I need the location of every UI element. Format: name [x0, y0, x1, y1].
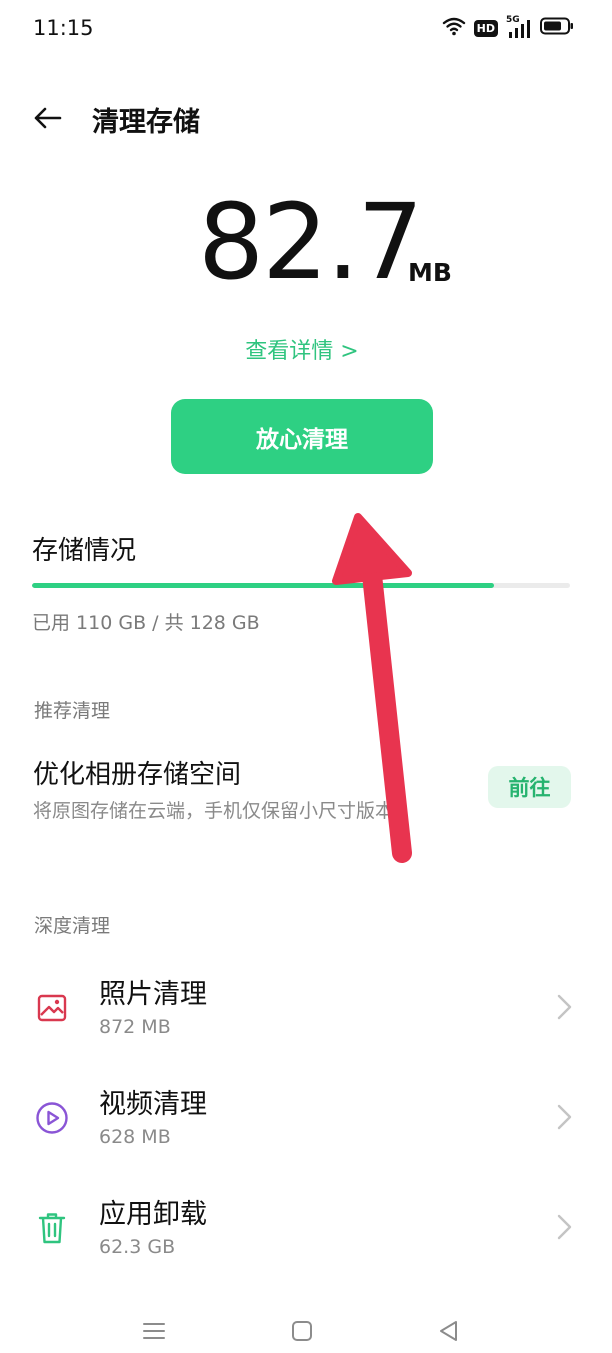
arrow-left-icon	[34, 107, 62, 129]
home-button[interactable]	[285, 1314, 319, 1348]
storage-progress-bar	[32, 583, 570, 588]
cleanable-size-unit: MB	[408, 258, 452, 287]
video-clean-size: 628 MB	[99, 1126, 171, 1148]
menu-icon	[143, 1323, 165, 1339]
app-uninstall-size: 62.3 GB	[99, 1236, 176, 1258]
status-time: 11:15	[33, 16, 94, 40]
photo-clean-title: 照片清理	[99, 979, 207, 1010]
status-bar: 11:15 HD 5G	[0, 0, 612, 58]
photo-clean-item[interactable]: 照片清理 872 MB	[0, 960, 612, 1056]
battery-icon	[540, 17, 574, 39]
navigation-bar	[0, 1306, 612, 1353]
cleanable-size-value: 82.7	[198, 181, 424, 303]
deep-clean-section-label: 深度清理	[34, 915, 111, 937]
page-title: 清理存储	[92, 107, 200, 138]
menu-button[interactable]	[137, 1314, 171, 1348]
photo-icon	[34, 990, 70, 1026]
view-details-link[interactable]: 查看详情 >	[0, 333, 604, 365]
photo-clean-size: 872 MB	[99, 1016, 171, 1038]
back-nav-button[interactable]	[432, 1314, 466, 1348]
video-clean-title: 视频清理	[99, 1089, 207, 1120]
storage-title: 存储情况	[32, 536, 137, 566]
cleanable-size: 82.7 MB	[0, 182, 612, 302]
video-play-icon	[34, 1100, 70, 1136]
storage-progress-fill	[32, 583, 495, 588]
signal-5g-icon: 5G	[506, 15, 532, 39]
back-button[interactable]	[24, 98, 70, 138]
chevron-right-icon	[557, 1214, 572, 1240]
app-uninstall-item[interactable]: 应用卸载 62.3 GB	[0, 1180, 612, 1276]
chevron-right-icon	[557, 994, 572, 1020]
trash-icon	[34, 1210, 70, 1246]
wifi-icon	[442, 16, 466, 40]
status-icons: HD 5G	[442, 15, 574, 41]
app-uninstall-title: 应用卸载	[99, 1199, 207, 1230]
header: 清理存储	[0, 86, 612, 150]
go-button[interactable]: 前往	[488, 766, 571, 808]
chevron-right-icon	[557, 1104, 572, 1130]
recommended-section-label: 推荐清理	[34, 700, 111, 722]
hd-icon: HD	[473, 19, 498, 37]
storage-summary: 已用 110 GB / 共 128 GB	[32, 612, 260, 634]
recommended-item-title: 优化相册存储空间	[33, 760, 242, 790]
home-square-icon	[292, 1321, 312, 1341]
back-triangle-icon	[440, 1321, 457, 1341]
video-clean-item[interactable]: 视频清理 628 MB	[0, 1070, 612, 1166]
safe-clean-button[interactable]: 放心清理	[171, 399, 433, 474]
recommended-item-subtitle: 将原图存储在云端，手机仅保留小尺寸版本	[33, 800, 395, 822]
